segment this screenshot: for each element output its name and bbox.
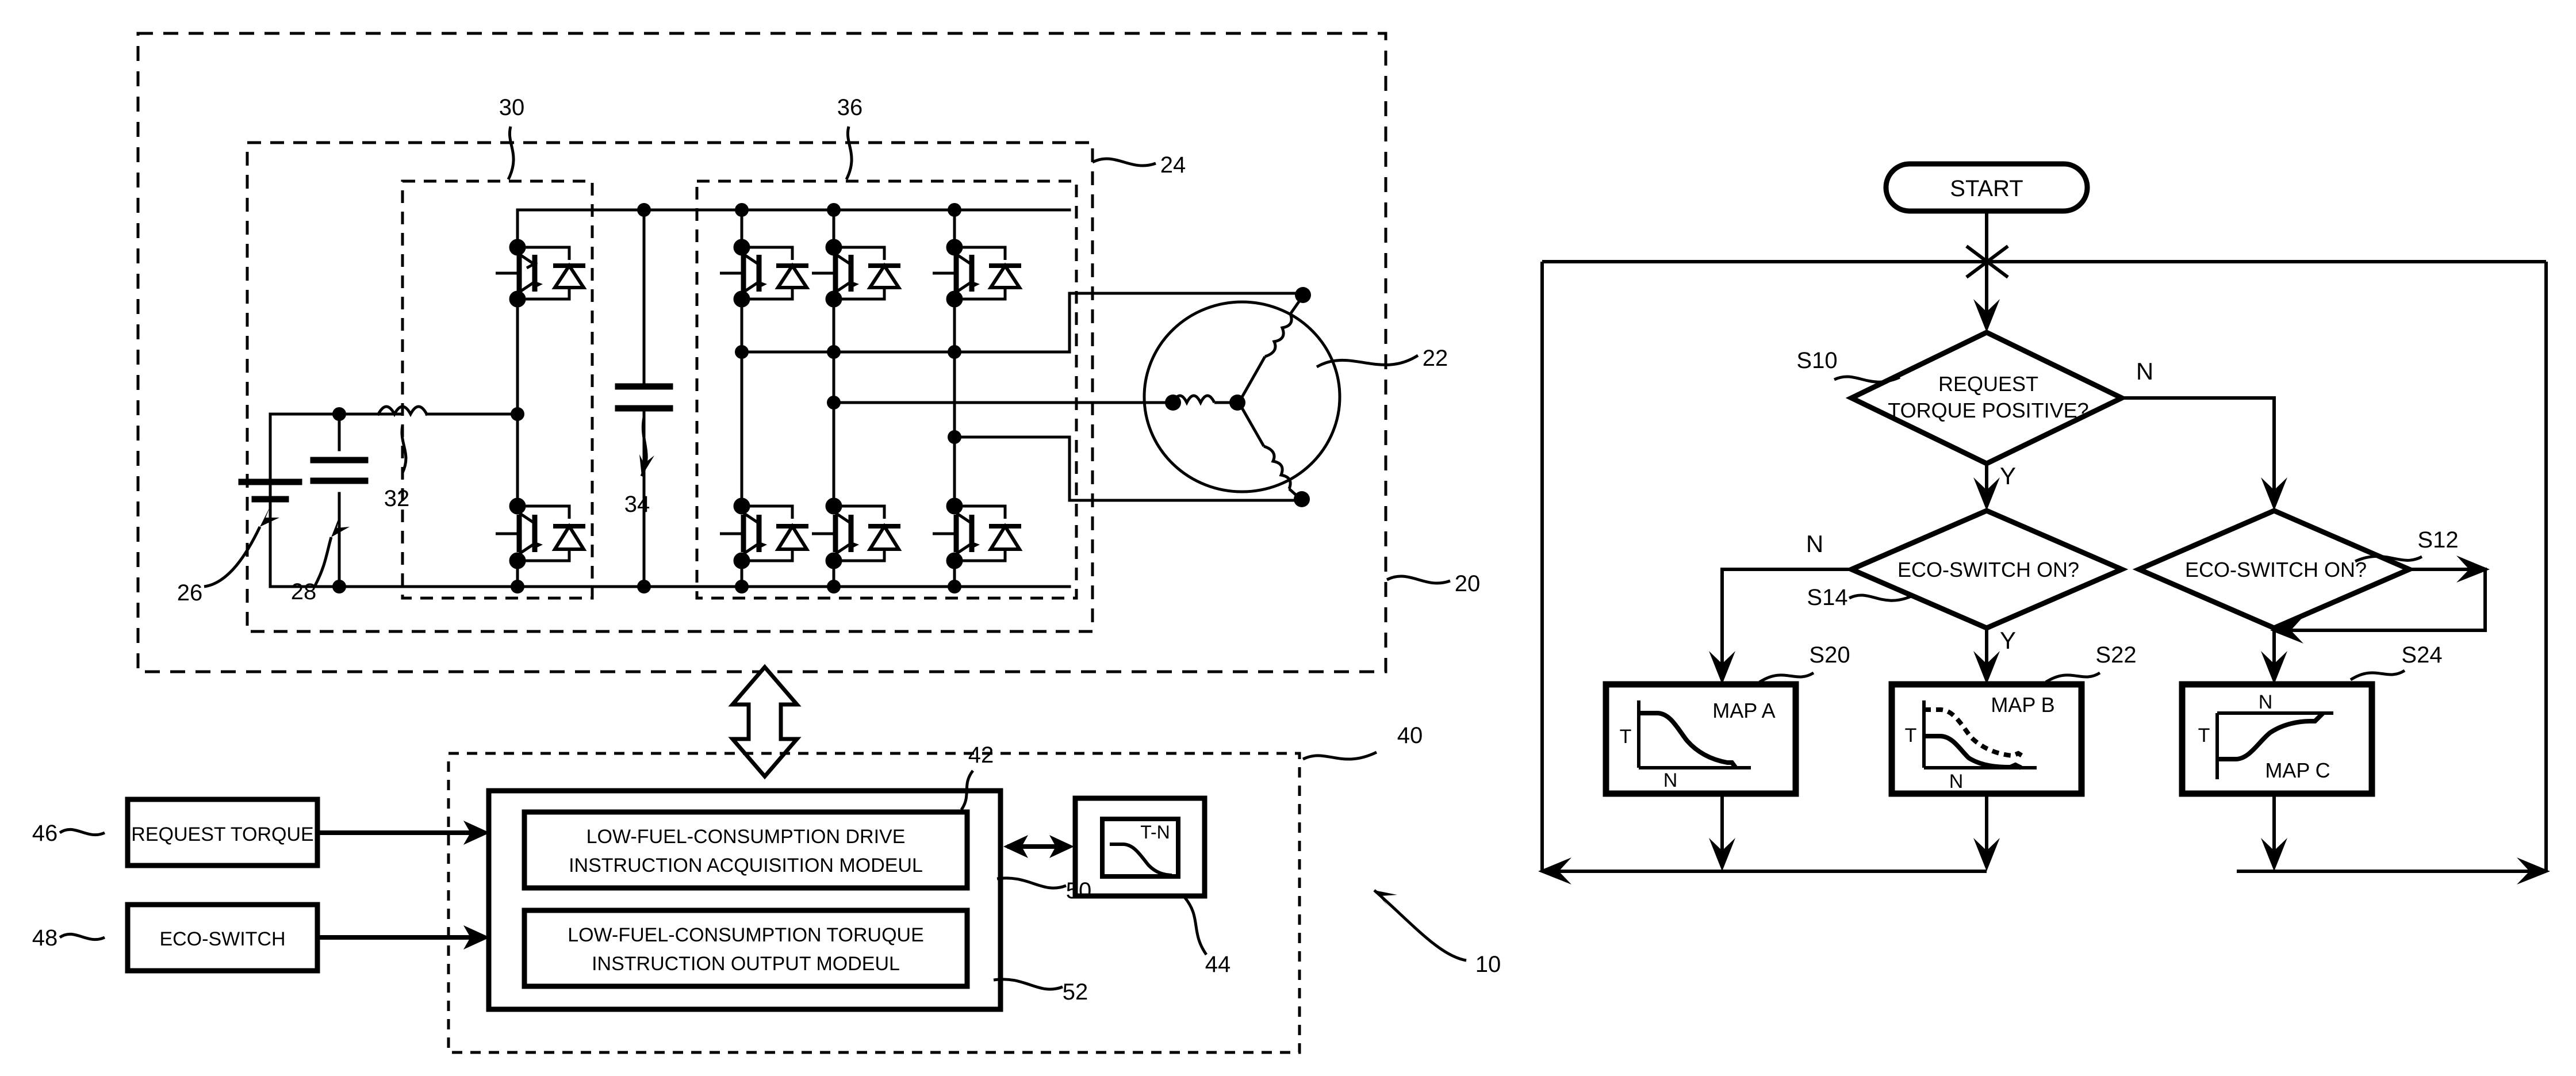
ref-52: 52 — [1063, 979, 1088, 1005]
ref-22: 22 — [1423, 346, 1448, 371]
output-module-line1: LOW-FUEL-CONSUMPTION TORUQUE — [568, 924, 924, 946]
ref-26: 26 — [177, 580, 203, 606]
acquisition-module-line1: LOW-FUEL-CONSUMPTION DRIVE — [586, 826, 906, 848]
ref-10: 10 — [1475, 952, 1501, 977]
ref-32: 32 — [384, 486, 410, 511]
s14-no-label: N — [1806, 530, 1823, 557]
s14-line1: ECO-SWITCH ON? — [1897, 558, 2079, 581]
map-a-x-axis-label: N — [1663, 769, 1678, 791]
ref-50: 50 — [1066, 878, 1092, 903]
map-c-y-axis-label: T — [2198, 725, 2210, 746]
map-a-label: MAP A — [1712, 699, 1775, 722]
map-store-label: T-N — [1140, 822, 1170, 843]
s24-step-label: S24 — [2401, 642, 2442, 668]
s10-yes-label: Y — [2000, 462, 2016, 489]
map-b-y-axis-label: T — [1905, 725, 1917, 746]
map-a-y-axis-label: T — [1620, 726, 1632, 748]
ref-36: 36 — [837, 95, 863, 120]
figure-canvas: 30 36 24 20 22 32 34 26 28 42 50 52 44 4… — [0, 0, 2576, 1076]
ref-42: 42 — [968, 742, 994, 768]
s14-step-label: S14 — [1807, 585, 1847, 610]
s10-line1: REQUEST — [1938, 372, 2038, 396]
ref-28: 28 — [291, 579, 317, 604]
map-c-label: MAP C — [2265, 759, 2330, 782]
output-module-line2: INSTRUCTION OUTPUT MODEUL — [592, 953, 900, 975]
ref-24: 24 — [1160, 152, 1186, 178]
s12-step-label: S12 — [2417, 527, 2458, 553]
s12-line1: ECO-SWITCH ON? — [2185, 558, 2367, 581]
ref-48: 48 — [32, 925, 58, 951]
s10-step-label: S10 — [1796, 348, 1837, 373]
ref-44: 44 — [1205, 952, 1231, 977]
acquisition-module-line2: INSTRUCTION ACQUISITION MODEUL — [569, 855, 923, 876]
flow-start-label: START — [1950, 176, 2023, 201]
s10-no-label: N — [2136, 358, 2153, 385]
map-c-x-axis-label: N — [2259, 691, 2273, 713]
s10-line2: TORQUE POSITIVE? — [1888, 399, 2088, 422]
map-b-x-axis-label: N — [1949, 771, 1964, 792]
eco-switch-label: ECO-SWITCH — [159, 928, 285, 950]
s14-yes-label: Y — [2000, 627, 2016, 654]
ref-34: 34 — [624, 492, 650, 517]
request-torque-label: REQUEST TORQUE — [131, 824, 313, 845]
ref-30: 30 — [499, 95, 525, 120]
ref-40: 40 — [1397, 723, 1423, 748]
ref-20: 20 — [1455, 571, 1481, 596]
s20-step-label: S20 — [1809, 642, 1850, 668]
ref-46: 46 — [32, 821, 58, 846]
background — [0, 0, 2576, 1076]
map-b-label: MAP B — [1991, 693, 2054, 717]
s22-step-label: S22 — [2095, 642, 2136, 668]
